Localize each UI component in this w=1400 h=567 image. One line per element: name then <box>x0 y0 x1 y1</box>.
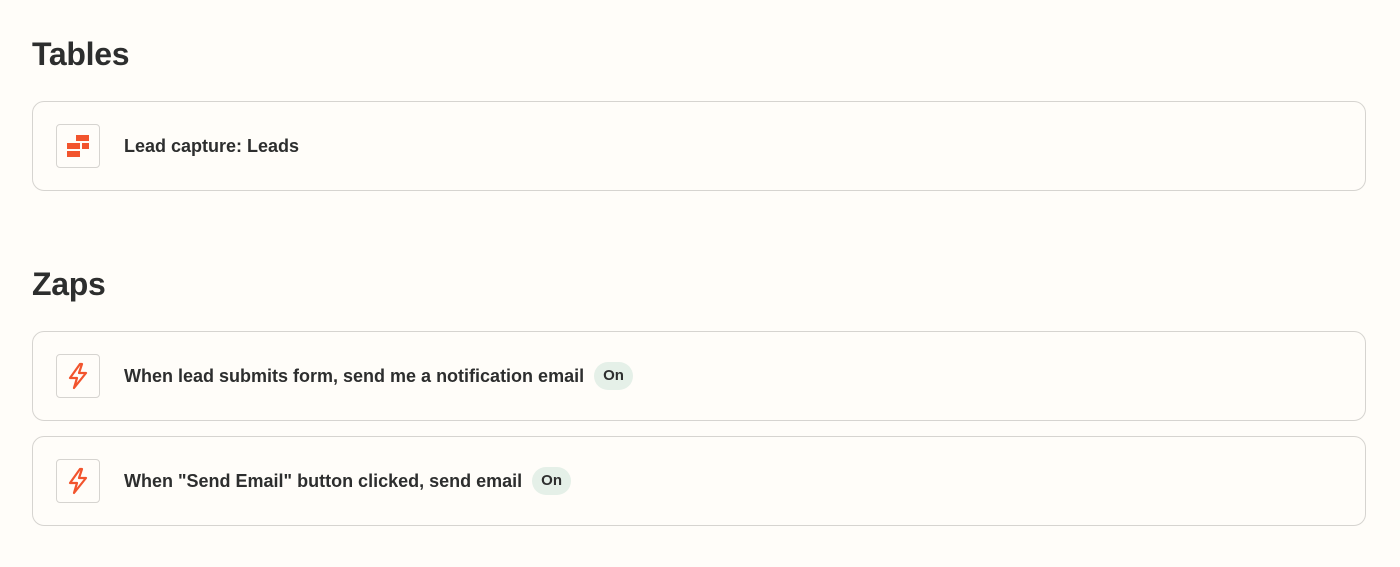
status-badge: On <box>594 362 633 390</box>
zap-item-title: When lead submits form, send me a notifi… <box>124 365 585 386</box>
table-item-label: Lead capture: Leads <box>124 135 300 156</box>
zaps-heading: Zaps <box>32 266 106 302</box>
zap-item-send-email[interactable]: When "Send Email" button clicked, send e… <box>32 436 1366 526</box>
zap-item-label: When lead submits form, send me a notifi… <box>124 332 633 420</box>
zap-icon <box>56 459 100 503</box>
tables-heading: Tables <box>32 36 130 72</box>
zap-icon <box>56 354 100 398</box>
zap-item-notification-email[interactable]: When lead submits form, send me a notifi… <box>32 331 1366 421</box>
tables-icon <box>56 124 100 168</box>
zap-item-label: When "Send Email" button clicked, send e… <box>124 437 571 525</box>
zap-item-title: When "Send Email" button clicked, send e… <box>124 470 523 491</box>
status-badge: On <box>532 467 571 495</box>
table-item-lead-capture[interactable]: Lead capture: Leads <box>32 101 1366 191</box>
